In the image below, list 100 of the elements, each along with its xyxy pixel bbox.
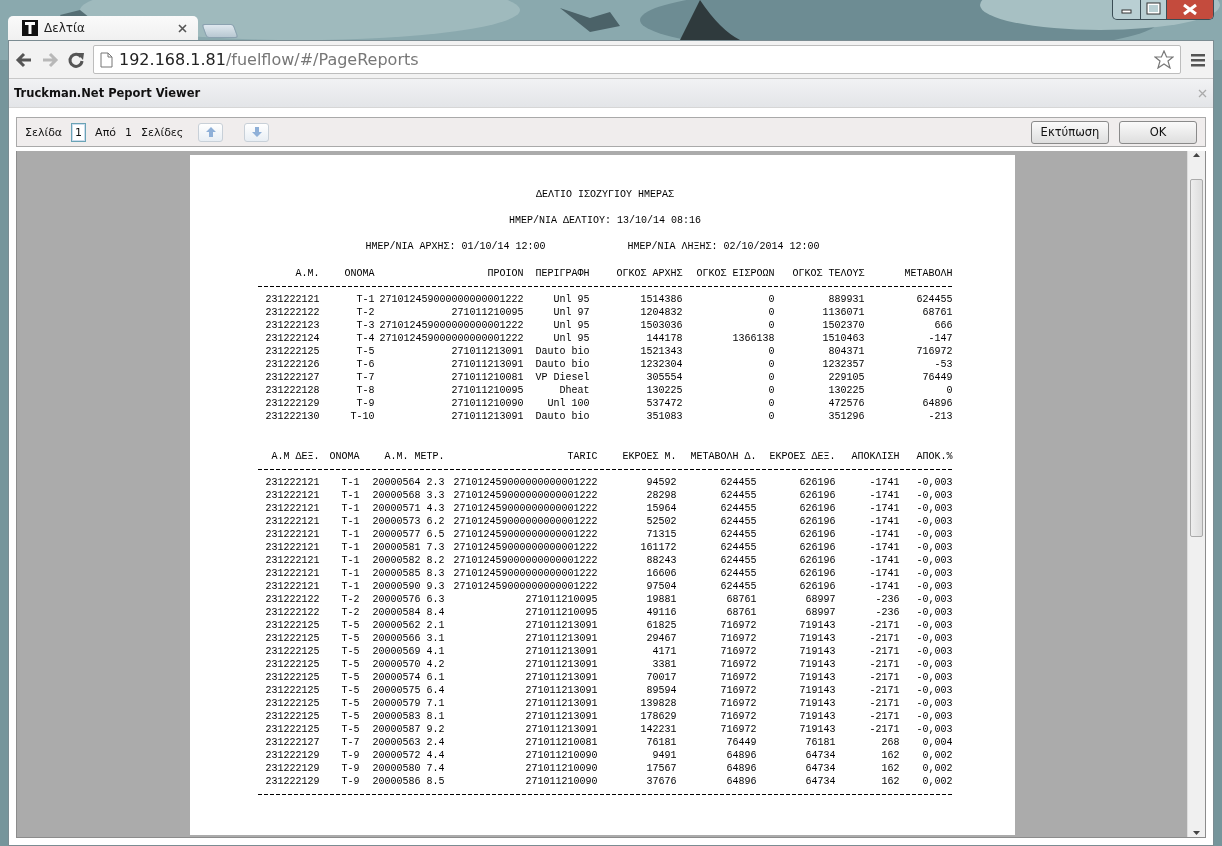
table-cell-text: 271011213091 xyxy=(524,632,598,645)
table-cell-text: T-5 xyxy=(340,710,360,723)
table-cell-text: -236 xyxy=(874,593,900,606)
table-cell-text: 231222124 xyxy=(264,332,320,345)
table-cell-text: 3381 xyxy=(651,658,677,671)
table-cell-text: T-5 xyxy=(340,619,360,632)
table-cell-text: 624455 xyxy=(719,528,757,541)
table-cell-text: 268 xyxy=(880,736,900,749)
close-icon[interactable] xyxy=(177,22,188,34)
table-cell-text: -1741 xyxy=(868,489,900,502)
table-cell-text: 231222121 xyxy=(264,567,320,580)
table-cell-text: -0,003 xyxy=(915,593,953,606)
table-cell-text: 20000583 8.1 xyxy=(371,710,445,723)
table-cell-text: 271011213091 xyxy=(524,671,598,684)
table-cell-text: 64896 xyxy=(725,762,757,775)
close-icon[interactable] xyxy=(1166,0,1213,19)
table-cell-text: 20000570 4.2 xyxy=(371,658,445,671)
table-cell-text: 271011210081 xyxy=(450,371,524,384)
table-cell-text: 76449 xyxy=(921,371,953,384)
scroll-up-icon[interactable] xyxy=(1192,151,1201,159)
table-cell-text: 229105 xyxy=(827,371,865,384)
table-cell-text: 716972 xyxy=(915,345,953,358)
table-cell-text: 64896 xyxy=(921,397,953,410)
table-cell-text: -0,003 xyxy=(915,567,953,580)
table-cell-text: 64734 xyxy=(804,749,836,762)
table-cell-text: 719143 xyxy=(798,710,836,723)
table-cell-text: 4171 xyxy=(651,645,677,658)
table-cell-text: 271012459000000000001222 xyxy=(452,567,598,580)
table-cell-text: 162 xyxy=(880,749,900,762)
table-cell-text: 9491 xyxy=(651,749,677,762)
table-cell-text: T-1 xyxy=(340,515,360,528)
ok-button[interactable]: OK xyxy=(1119,120,1197,144)
table-cell-text: 271011213091 xyxy=(524,619,598,632)
table-cell-text: T-1 xyxy=(340,567,360,580)
table-cell-text: 64896 xyxy=(725,749,757,762)
table-cell-text: 162 xyxy=(880,775,900,788)
table-cell-text: 1521343 xyxy=(639,345,683,358)
table-cell-text: 271011213091 xyxy=(524,658,598,671)
table-cell-text: 271012459000000000001222 xyxy=(452,528,598,541)
table-cell-text: 231222125 xyxy=(264,710,320,723)
print-button[interactable]: Εκτύπωση xyxy=(1031,120,1109,144)
table-cell-text: 0 xyxy=(767,306,775,319)
table-cell-text: T-5 xyxy=(340,632,360,645)
table-cell-text: 231222130 xyxy=(264,410,320,423)
column-header: ΑΠΟΚΛΙΣΗ xyxy=(850,450,900,463)
table-cell-text: -213 xyxy=(927,410,953,423)
table-cell-text: 20000577 6.5 xyxy=(371,528,445,541)
table-cell-text: T-8 xyxy=(355,384,375,397)
table-cell-text: 94592 xyxy=(645,476,677,489)
table-cell-text: 97504 xyxy=(645,580,677,593)
table-cell-text: -2171 xyxy=(868,723,900,736)
table-cell-text: 0 xyxy=(767,410,775,423)
table-cell-text: 0 xyxy=(767,293,775,306)
table-cell-text: 20000580 7.4 xyxy=(371,762,445,775)
table-cell-text: 0 xyxy=(767,384,775,397)
table-cell-text: 70017 xyxy=(645,671,677,684)
table-cell-text: 271011210081 xyxy=(524,736,598,749)
table-cell-text: 76449 xyxy=(725,736,757,749)
table-cell-text: Dheat xyxy=(558,384,590,397)
table-cell-text: 472576 xyxy=(827,397,865,410)
browser-tab[interactable]: Δελτία xyxy=(8,16,198,40)
table-cell-text: 231222122 xyxy=(264,306,320,319)
back-arrow-icon[interactable] xyxy=(15,50,33,69)
scroll-down-icon[interactable] xyxy=(1192,829,1201,837)
table-cell-text: -0,003 xyxy=(915,710,953,723)
page-field[interactable]: 1 xyxy=(71,122,87,142)
table-cell-text: T-7 xyxy=(355,371,375,384)
table-cell-text: 624455 xyxy=(719,502,757,515)
scrollbar[interactable] xyxy=(1187,151,1205,837)
table-cell-text: -2171 xyxy=(868,619,900,632)
column-header: Α.Μ. ΜΕΤΡ. xyxy=(383,450,445,463)
address-bar[interactable]: 192.168.1.81/fuelflow/#/PageReports xyxy=(93,45,1181,74)
scroll-thumb[interactable] xyxy=(1190,179,1203,537)
table-cell-text: 52502 xyxy=(645,515,677,528)
table-cell-text: 20000568 3.3 xyxy=(371,489,445,502)
table-cell-text: T-2 xyxy=(340,606,360,619)
reload-icon[interactable] xyxy=(67,50,85,69)
table-cell-text: 20000573 6.2 xyxy=(371,515,445,528)
table-cell-text: 68761 xyxy=(921,306,953,319)
table-cell-text: -2171 xyxy=(868,645,900,658)
table-cell-text: -2171 xyxy=(868,671,900,684)
table-cell-text: -0,003 xyxy=(915,476,953,489)
table-cell-text: Dauto bio xyxy=(534,358,590,371)
table-cell-text: 20000584 8.4 xyxy=(371,606,445,619)
table-cell-text: -0,003 xyxy=(915,489,953,502)
table-cell-text: 1232304 xyxy=(639,358,683,371)
table-cell-text: 1136071 xyxy=(821,306,865,319)
star-icon[interactable] xyxy=(1154,50,1174,69)
table-cell-text: -147 xyxy=(927,332,953,345)
table-cell-text: 20000582 8.2 xyxy=(371,554,445,567)
table-cell-text: 1204832 xyxy=(639,306,683,319)
table-cell-text: 20000564 2.3 xyxy=(371,476,445,489)
table-cell-text: 626196 xyxy=(798,502,836,515)
table-cell-text: 804371 xyxy=(827,345,865,358)
table-cell-text: 76181 xyxy=(645,736,677,749)
table-cell-text: 20000579 7.1 xyxy=(371,697,445,710)
table-cell-text: T-1 xyxy=(340,541,360,554)
column-header: TARIC xyxy=(566,450,598,463)
table-cell-text: 666 xyxy=(933,319,953,332)
table-cell-text: 1366138 xyxy=(731,332,775,345)
